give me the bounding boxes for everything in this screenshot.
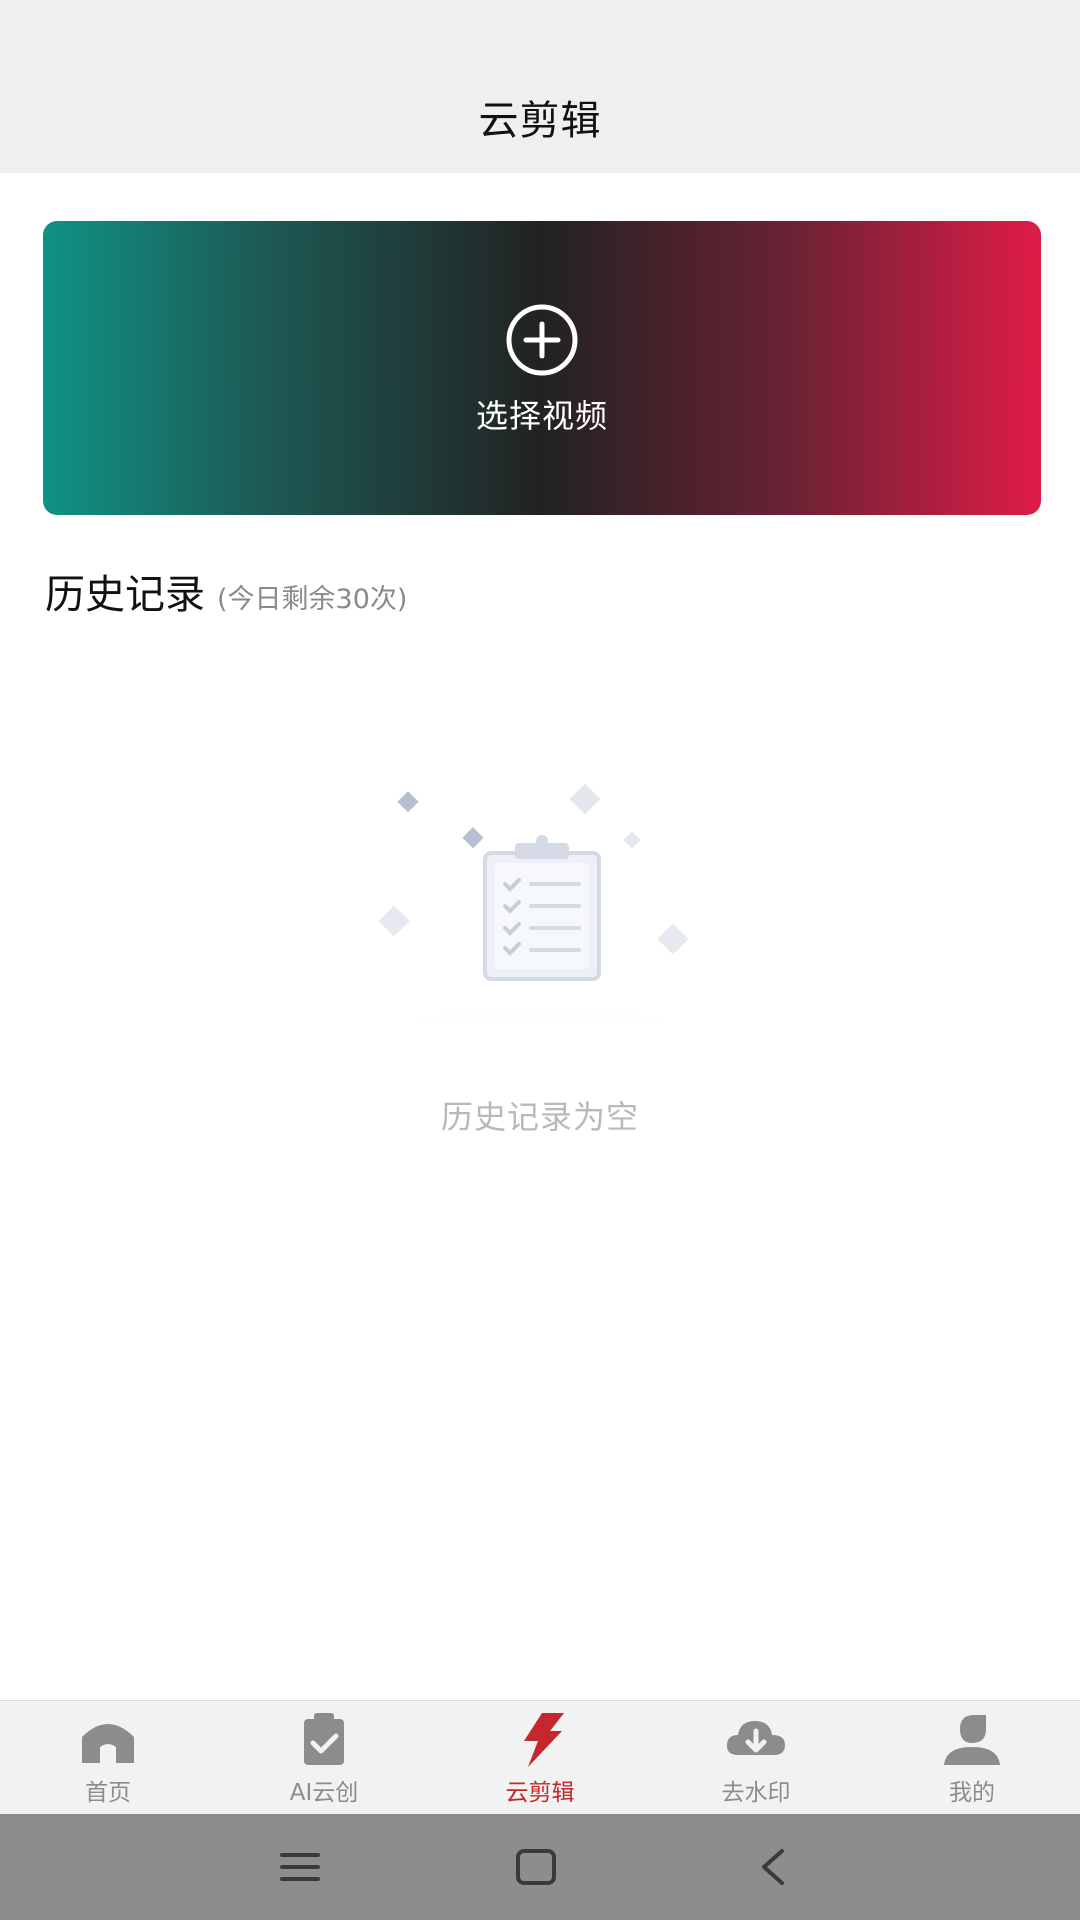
system-navigation-bar xyxy=(0,1814,1080,1920)
empty-state-text: 历史记录为空 xyxy=(440,1098,639,1136)
tab-label: 首页 xyxy=(85,1780,131,1806)
app-screen: 云剪辑 选择视频 历史记录 (今日剩余30次) 历史记录为空 首页 AI云创 云… xyxy=(0,0,1080,1920)
tab-cloud-edit[interactable]: 云剪辑 xyxy=(432,1701,648,1814)
lightning-icon xyxy=(524,1713,564,1767)
back-icon[interactable] xyxy=(752,1847,796,1887)
tab-remove-watermark[interactable]: 去水印 xyxy=(648,1701,864,1814)
tab-ai-create[interactable]: AI云创 xyxy=(216,1701,432,1814)
home-square-icon[interactable] xyxy=(514,1847,558,1887)
select-video-label: 选择视频 xyxy=(475,397,608,435)
tab-home[interactable]: 首页 xyxy=(0,1701,216,1814)
header-bar: 云剪辑 xyxy=(0,0,1080,173)
empty-clipboard-illustration xyxy=(330,783,750,1020)
tab-profile[interactable]: 我的 xyxy=(864,1701,1080,1814)
tab-label: AI云创 xyxy=(289,1780,359,1806)
tab-label: 我的 xyxy=(949,1780,995,1806)
user-icon xyxy=(944,1715,1000,1765)
menu-icon[interactable] xyxy=(278,1847,322,1887)
page-title: 云剪辑 xyxy=(478,98,602,144)
history-header: 历史记录 (今日剩余30次) xyxy=(45,562,407,620)
select-video-button[interactable]: 选择视频 xyxy=(43,221,1041,515)
tab-label: 云剪辑 xyxy=(505,1780,575,1806)
clipboard-check-icon xyxy=(304,1713,344,1765)
home-icon xyxy=(82,1724,134,1763)
bottom-tab-bar: 首页 AI云创 云剪辑 去水印 我的 xyxy=(0,1700,1080,1814)
cloud-download-icon xyxy=(726,1721,785,1755)
plus-circle-icon xyxy=(506,304,578,376)
tab-label: 去水印 xyxy=(721,1780,791,1806)
history-title: 历史记录 xyxy=(45,572,205,618)
remaining-count: (今日剩余30次) xyxy=(217,584,408,615)
